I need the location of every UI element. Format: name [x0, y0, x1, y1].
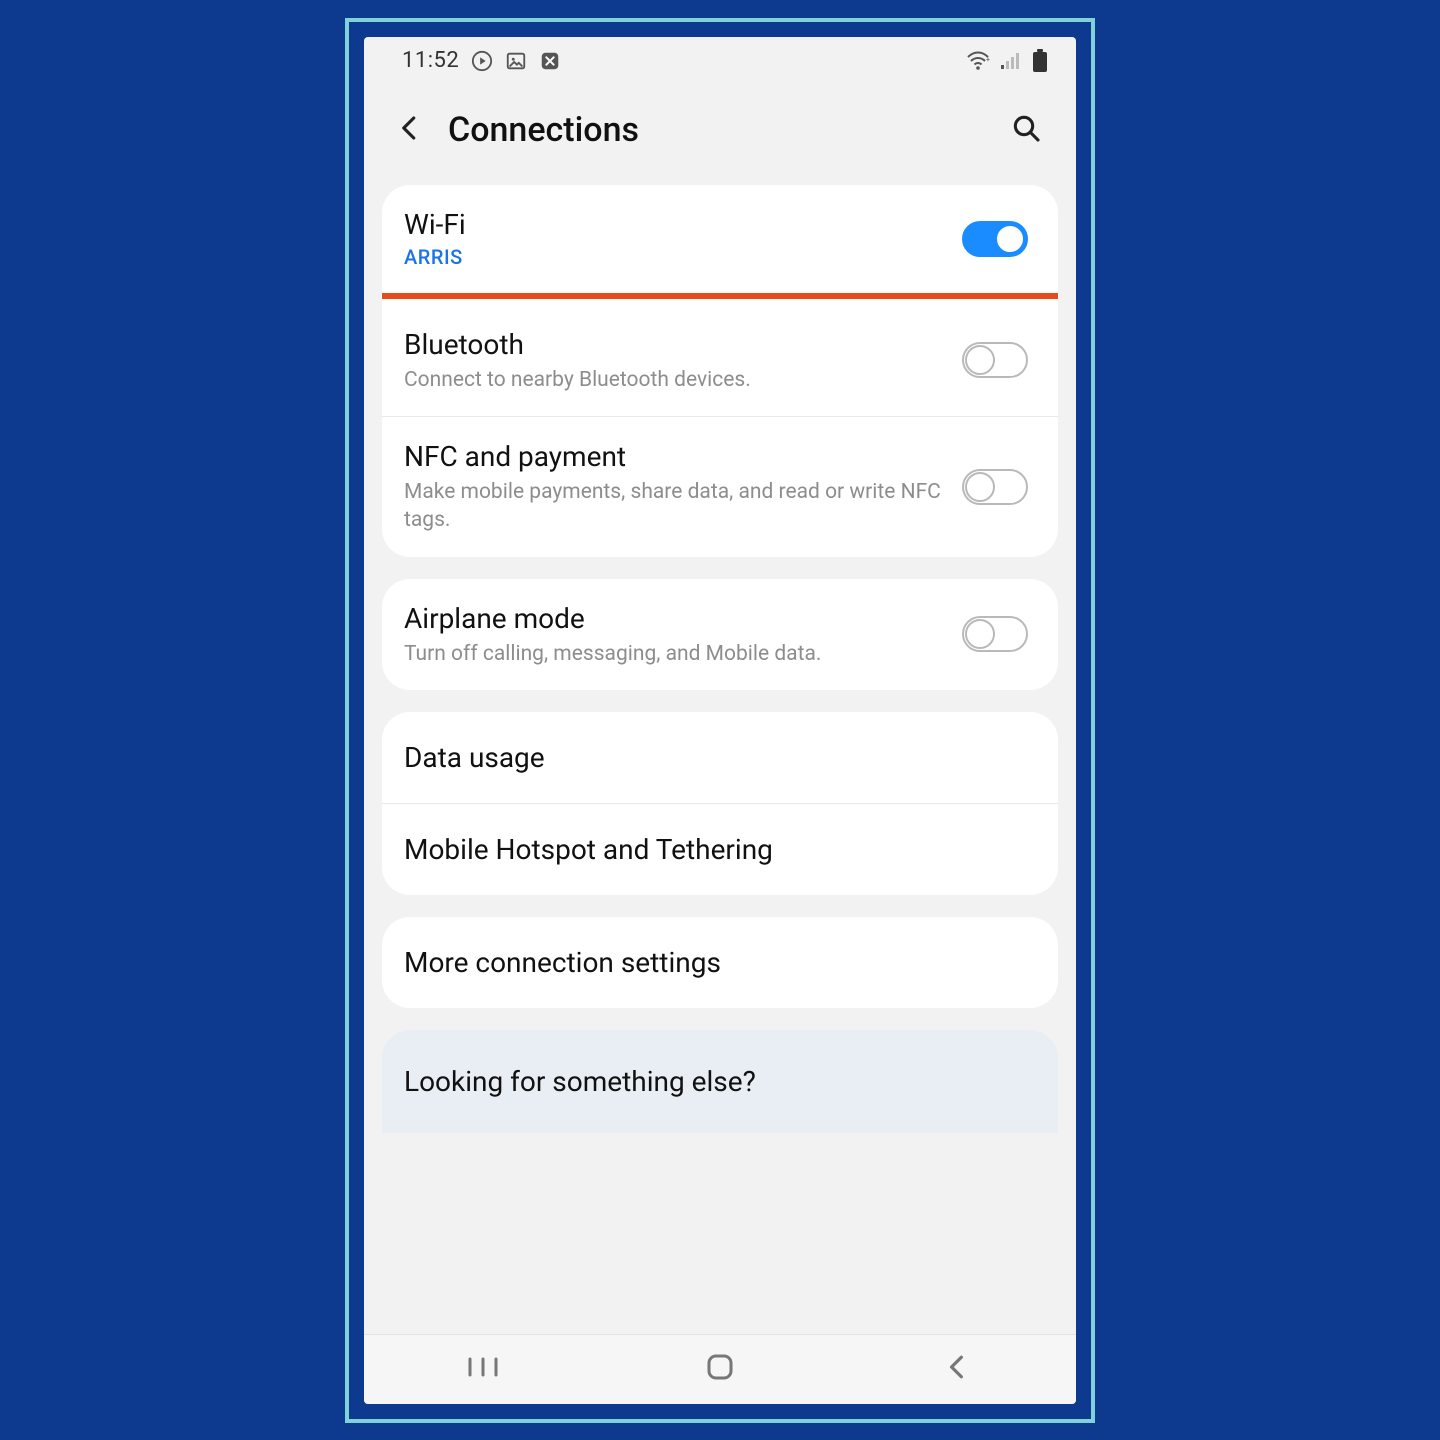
settings-row[interactable]: Wi-FiARRIS: [382, 185, 1058, 293]
status-bar: 11:52 +: [364, 37, 1076, 85]
recents-icon: [466, 1355, 500, 1383]
status-time: 11:52: [402, 48, 459, 73]
row-text: Data usage: [404, 734, 1028, 781]
close-box-icon: [539, 50, 561, 72]
svg-text:+: +: [986, 56, 990, 64]
signal-icon: [1000, 51, 1022, 71]
chevron-left-icon: [395, 113, 425, 147]
search-button[interactable]: [1000, 104, 1052, 156]
toggle-switch[interactable]: [962, 221, 1028, 257]
home-button[interactable]: [690, 1349, 750, 1389]
toggle-switch[interactable]: [962, 469, 1028, 505]
nav-back-button[interactable]: [927, 1349, 987, 1389]
settings-group: More connection settings: [382, 917, 1058, 1008]
decorative-frame: 11:52 +: [345, 18, 1095, 1423]
toggle-knob: [965, 619, 995, 649]
row-title: NFC and payment: [404, 439, 962, 474]
row-title: Wi-Fi: [404, 207, 962, 242]
row-text: Bluetooth Connect to nearby Bluetooth dev…: [404, 327, 962, 394]
row-text: More connection settings: [404, 939, 1028, 986]
row-text: NFC and payment Make mobile payments, sha…: [404, 439, 962, 535]
row-title: More connection settings: [404, 939, 1028, 986]
row-title: Bluetooth: [404, 327, 962, 362]
row-subtitle: Make mobile payments, share data, and re…: [404, 478, 962, 535]
row-title: Mobile Hotspot and Tethering: [404, 826, 1028, 873]
settings-row[interactable]: NFC and payment Make mobile payments, sha…: [382, 416, 1058, 557]
play-circle-icon: [471, 50, 493, 72]
highlight-callout: Wi-FiARRIS: [382, 185, 1058, 299]
row-text: Wi-FiARRIS: [404, 207, 962, 271]
settings-group: Wi-FiARRIS Bluetooth Connect to nearby Blu…: [382, 185, 1058, 557]
settings-row[interactable]: Airplane mode Turn off calling, messaging…: [382, 579, 1058, 690]
settings-group: Data usage Mobile Hotspot and Tethering: [382, 712, 1058, 895]
settings-group: Looking for something else?: [382, 1030, 1058, 1133]
search-icon: [1010, 112, 1042, 148]
row-subtitle: Turn off calling, messaging, and Mobile …: [404, 640, 962, 668]
recents-button[interactable]: [453, 1349, 513, 1389]
settings-row[interactable]: Looking for something else?: [382, 1030, 1058, 1133]
phone-screen: 11:52 +: [364, 37, 1076, 1404]
row-text: Airplane mode Turn off calling, messaging…: [404, 601, 962, 668]
row-title: Looking for something else?: [404, 1058, 1028, 1105]
toggle-knob: [995, 224, 1025, 254]
status-right: +: [966, 49, 1048, 73]
row-text: Looking for something else?: [404, 1058, 1028, 1105]
settings-row[interactable]: More connection settings: [382, 917, 1058, 1008]
toggle-switch[interactable]: [962, 342, 1028, 378]
settings-row[interactable]: Bluetooth Connect to nearby Bluetooth dev…: [382, 305, 1058, 416]
app-bar: Connections: [364, 85, 1076, 175]
chevron-left-icon: [944, 1354, 970, 1384]
settings-row[interactable]: Mobile Hotspot and Tethering: [382, 803, 1058, 895]
row-title: Data usage: [404, 734, 1028, 781]
toggle-knob: [965, 345, 995, 375]
row-text: Mobile Hotspot and Tethering: [404, 826, 1028, 873]
battery-icon: [1032, 49, 1048, 73]
row-subtitle: ARRIS: [404, 244, 962, 271]
nav-bar: [364, 1334, 1076, 1404]
page-title: Connections: [448, 110, 1000, 150]
image-icon: [505, 50, 527, 72]
toggle-switch[interactable]: [962, 616, 1028, 652]
home-icon: [706, 1353, 734, 1385]
settings-row[interactable]: Data usage: [382, 712, 1058, 803]
settings-list[interactable]: Wi-FiARRIS Bluetooth Connect to nearby Blu…: [364, 175, 1076, 1334]
row-title: Airplane mode: [404, 601, 962, 636]
row-subtitle: Connect to nearby Bluetooth devices.: [404, 366, 962, 394]
back-button[interactable]: [384, 104, 436, 156]
settings-group: Airplane mode Turn off calling, messaging…: [382, 579, 1058, 690]
status-left: 11:52: [402, 48, 561, 73]
wifi-icon: +: [966, 51, 990, 71]
toggle-knob: [965, 472, 995, 502]
